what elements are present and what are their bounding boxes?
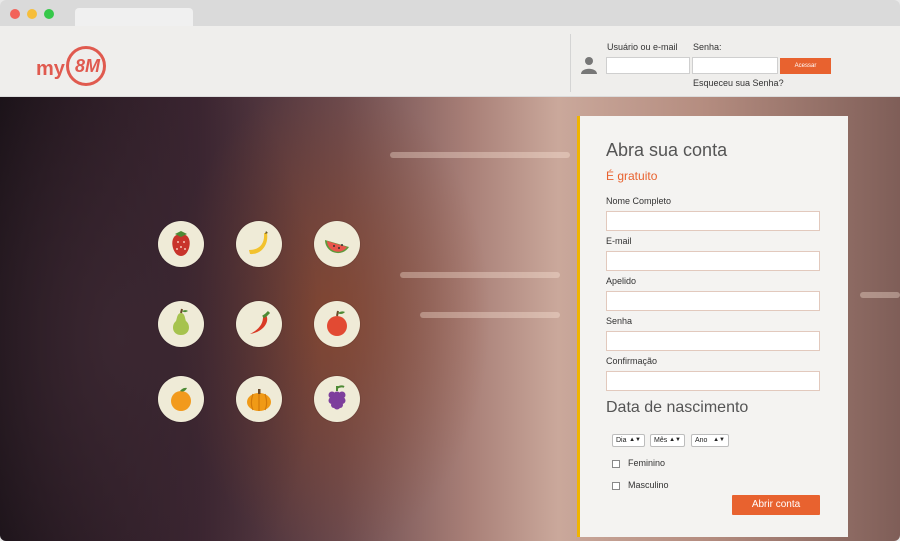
browser-window: my 8M Usuário ou e-mail Senha: Acessar E…	[0, 0, 900, 541]
chevron-down-icon: ▲▼	[713, 437, 725, 443]
orange-icon[interactable]	[158, 376, 204, 422]
forgot-password-link[interactable]: Esqueceu sua Senha?	[693, 78, 784, 88]
username-input[interactable]	[606, 57, 690, 74]
watermelon-icon[interactable]	[314, 221, 360, 267]
password-input[interactable]	[606, 331, 820, 351]
light-streak	[420, 312, 560, 318]
browser-tab[interactable]	[75, 8, 193, 26]
day-select-value: Dia	[616, 437, 627, 444]
signup-title: Abra sua conta	[606, 140, 728, 160]
year-select[interactable]: Ano ▲▼	[691, 434, 729, 447]
light-streak	[390, 152, 570, 158]
grapes-icon[interactable]	[314, 376, 360, 422]
light-streak	[400, 272, 560, 278]
birthdate-title: Data de nascimento	[606, 399, 749, 416]
month-select[interactable]: Mês ▲▼	[650, 434, 685, 447]
female-checkbox[interactable]	[612, 460, 620, 468]
site-header: my 8M Usuário ou e-mail Senha: Acessar E…	[0, 26, 900, 97]
username-label: Usuário ou e-mail	[607, 42, 678, 52]
month-select-value: Mês	[654, 437, 668, 444]
full-name-label: Nome Completo	[606, 196, 672, 206]
confirm-password-label: Confirmação	[606, 356, 658, 366]
site-logo[interactable]: my 8M	[36, 46, 116, 90]
pear-icon[interactable]	[158, 301, 204, 347]
chili-pepper-icon[interactable]	[236, 301, 282, 347]
nickname-label: Apelido	[606, 276, 637, 286]
browser-chrome	[0, 0, 900, 26]
email-label: E-mail	[606, 236, 632, 246]
open-account-button[interactable]: Abrir conta	[732, 495, 820, 515]
logo-text: my	[36, 58, 65, 80]
pumpkin-icon[interactable]	[236, 376, 282, 422]
chevron-down-icon: ▲▼	[669, 437, 681, 443]
maximize-window-button[interactable]	[44, 9, 54, 19]
full-name-input[interactable]	[606, 211, 820, 231]
close-window-button[interactable]	[10, 9, 20, 19]
password-input[interactable]	[692, 57, 778, 74]
signup-subtitle: É gratuito	[606, 169, 658, 183]
email-input[interactable]	[606, 251, 820, 271]
nickname-input[interactable]	[606, 291, 820, 311]
strawberry-icon[interactable]	[158, 221, 204, 267]
signup-card: Abra sua conta É gratuito Nome Completo …	[577, 116, 848, 537]
logo-mark-text: 8M	[75, 56, 101, 76]
apple-icon[interactable]	[314, 301, 360, 347]
password-label: Senha	[606, 316, 633, 326]
chevron-down-icon: ▲▼	[629, 437, 641, 443]
logo-mark: 8M	[66, 46, 106, 86]
login-button[interactable]: Acessar	[780, 58, 831, 74]
confirm-password-input[interactable]	[606, 371, 820, 391]
password-label: Senha:	[693, 42, 722, 52]
minimize-window-button[interactable]	[27, 9, 37, 19]
year-select-value: Ano	[695, 437, 708, 444]
female-label: Feminino	[628, 458, 666, 468]
day-select[interactable]: Dia ▲▼	[612, 434, 645, 447]
light-streak	[860, 292, 900, 298]
male-checkbox[interactable]	[612, 482, 620, 490]
header-divider	[570, 34, 571, 92]
male-label: Masculino	[628, 480, 669, 490]
user-icon	[581, 57, 597, 74]
banana-icon[interactable]	[236, 221, 282, 267]
